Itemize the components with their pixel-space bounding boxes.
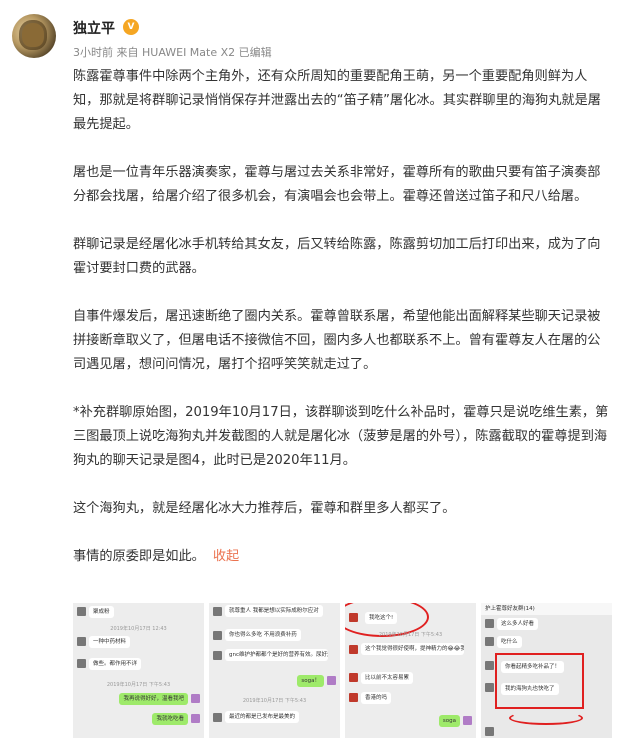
paragraph-1: 陈露霍尊事件中除两个主角外，还有众所周知的重要配角王萌，另一个重要配角则鲜为人知… <box>73 69 601 132</box>
chat-avatar <box>349 693 358 702</box>
chat-message: 比以前不太容易累 <box>361 672 414 684</box>
red-underline-annotation <box>509 711 583 725</box>
chat-avatar <box>349 673 358 682</box>
post-content: 陈露霍尊事件中除两个主角外，还有众所周知的重要配角王萌，另一个重要配角则鲜为人知… <box>73 65 609 569</box>
chat-timestamp: 2019年10月17日 下午5:43 <box>106 682 171 688</box>
chat-message: 我再说得好好，温看我吧 <box>119 693 188 705</box>
chat-avatar <box>485 619 494 628</box>
chat-avatar <box>485 727 494 736</box>
chat-message: 这个我觉得很好使啊，提神精力的😂😂我就没吸有用 <box>361 643 464 655</box>
chat-message: 聚成粉 <box>89 606 114 618</box>
chat-avatar <box>463 716 472 725</box>
paragraph-4: 自事件爆发后，屠迅速断绝了圈内关系。霍尊曾联系屠，希望他能出面解释某些聊天记录被… <box>73 309 601 372</box>
chat-screenshot-2[interactable]: 就尊重人 我都是想以实际成粉尔应对 你也得么多吃 不用浪费补药 gnc维护护都都… <box>209 603 340 738</box>
chat-message: 我就吃吃看 <box>152 713 188 725</box>
paragraph-2: 屠也是一位青年乐器演奏家，霍尊与屠过去关系非常好，霍尊所有的歌曲只要有笛子演奏部… <box>73 165 601 204</box>
chat-message: 你也得么多吃 不用浪费补药 <box>225 629 301 641</box>
chat-message: 我吃这个! <box>365 612 398 624</box>
chat-message: gnc维护护都都个是好的营养有效。尿好是一直不好 <box>225 649 328 661</box>
chat-message: 你看起精多吃补品了！ <box>501 661 565 673</box>
chat-avatar <box>77 637 86 646</box>
paragraph-3: 群聊记录是经屠化冰手机转给其女友，后又转给陈露，陈露剪切加工后打印出来，成为了向… <box>73 237 601 276</box>
chat-avatar <box>213 631 222 640</box>
chat-message: 一种中药材料 <box>89 636 131 648</box>
chat-avatar <box>213 607 222 616</box>
chat-header: 护上霍尊好友群(14) <box>481 603 612 615</box>
chat-avatar <box>327 676 336 685</box>
chat-avatar <box>213 651 222 660</box>
chat-message: 我的海狗丸也快吃了 <box>501 683 559 695</box>
chat-message: 香港的吗 <box>361 692 392 704</box>
chat-message: soga <box>438 715 460 727</box>
paragraph-7-text: 事情的原委即是如此。 <box>73 549 205 564</box>
chat-avatar <box>485 683 494 692</box>
image-grid: 聚成粉 2019年10月17日 12:43 一种中药材料 做些。都作用不详 20… <box>73 603 614 738</box>
lion-avatar-image <box>22 23 44 47</box>
chat-avatar <box>213 713 222 722</box>
chat-message: 做些。都作用不详 <box>89 658 142 670</box>
user-avatar[interactable] <box>12 14 56 58</box>
chat-screenshot-4[interactable]: 护上霍尊好友群(14) 这么多人好看 吃什么 你看起精多吃补品了！ 我的海狗丸也… <box>481 603 612 738</box>
post-meta: 3小时前 来自 HUAWEI Mate X2 已编辑 <box>73 46 272 59</box>
chat-message: soga！ <box>297 675 324 687</box>
chat-message: 吃什么 <box>497 636 522 648</box>
chat-timestamp: 2019年10月17日 12:43 <box>110 626 167 632</box>
chat-message: 这么多人好看 <box>497 618 539 630</box>
username[interactable]: 独立平 <box>73 18 115 38</box>
chat-avatar <box>77 607 86 616</box>
chat-message: 就尊重人 我都是想以实际成粉尔应对 <box>225 605 323 617</box>
chat-timestamp: 2019年10月17日 下午5:43 <box>242 698 307 704</box>
chat-timestamp: 2019年10月17日 下午5:43 <box>378 632 443 638</box>
chat-avatar <box>191 714 200 723</box>
paragraph-6: 这个海狗丸，就是经屠化冰大力推荐后，霍尊和群里多人都买了。 <box>73 501 456 516</box>
vip-badge-icon[interactable]: V <box>123 19 139 35</box>
chat-message: 最近的都是已发布是最美的 <box>225 711 300 723</box>
chat-avatar <box>485 661 494 670</box>
paragraph-7: 事情的原委即是如此。 收起 <box>73 545 609 569</box>
paragraph-5: *补充群聊原始图，2019年10月17日，该群聊谈到吃什么补品时，霍尊只是说吃维… <box>73 405 609 468</box>
chat-avatar <box>349 613 358 622</box>
chat-avatar <box>485 637 494 646</box>
chat-avatar <box>77 659 86 668</box>
chat-screenshot-1[interactable]: 聚成粉 2019年10月17日 12:43 一种中药材料 做些。都作用不详 20… <box>73 603 204 738</box>
chat-screenshot-3[interactable]: 我吃这个! 2019年10月17日 下午5:43 这个我觉得很好使啊，提神精力的… <box>345 603 476 738</box>
chat-avatar <box>349 645 358 654</box>
chat-avatar <box>191 694 200 703</box>
collapse-link[interactable]: 收起 <box>213 549 239 564</box>
